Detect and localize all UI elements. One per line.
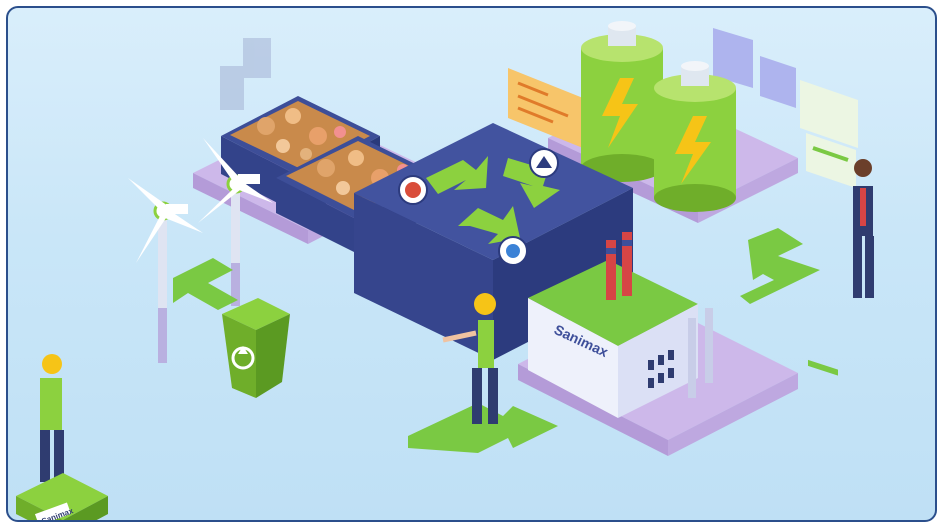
branded-bin: Sanimax bbox=[16, 473, 108, 520]
recycling-illustration: Sanimax Sanimax bbox=[16, 21, 874, 520]
worker-left bbox=[40, 354, 64, 482]
battery-1 bbox=[581, 21, 663, 182]
arrow-icon bbox=[740, 228, 820, 304]
data-panel-small bbox=[220, 38, 271, 110]
data-screen-green bbox=[800, 80, 858, 376]
recycle-bin bbox=[222, 298, 290, 398]
battery-2 bbox=[654, 61, 736, 212]
arrow-icon bbox=[408, 403, 558, 453]
illustration-frame: Sanimax Sanimax bbox=[6, 6, 937, 522]
worker-right bbox=[853, 159, 874, 298]
arrow-icon bbox=[173, 258, 238, 310]
